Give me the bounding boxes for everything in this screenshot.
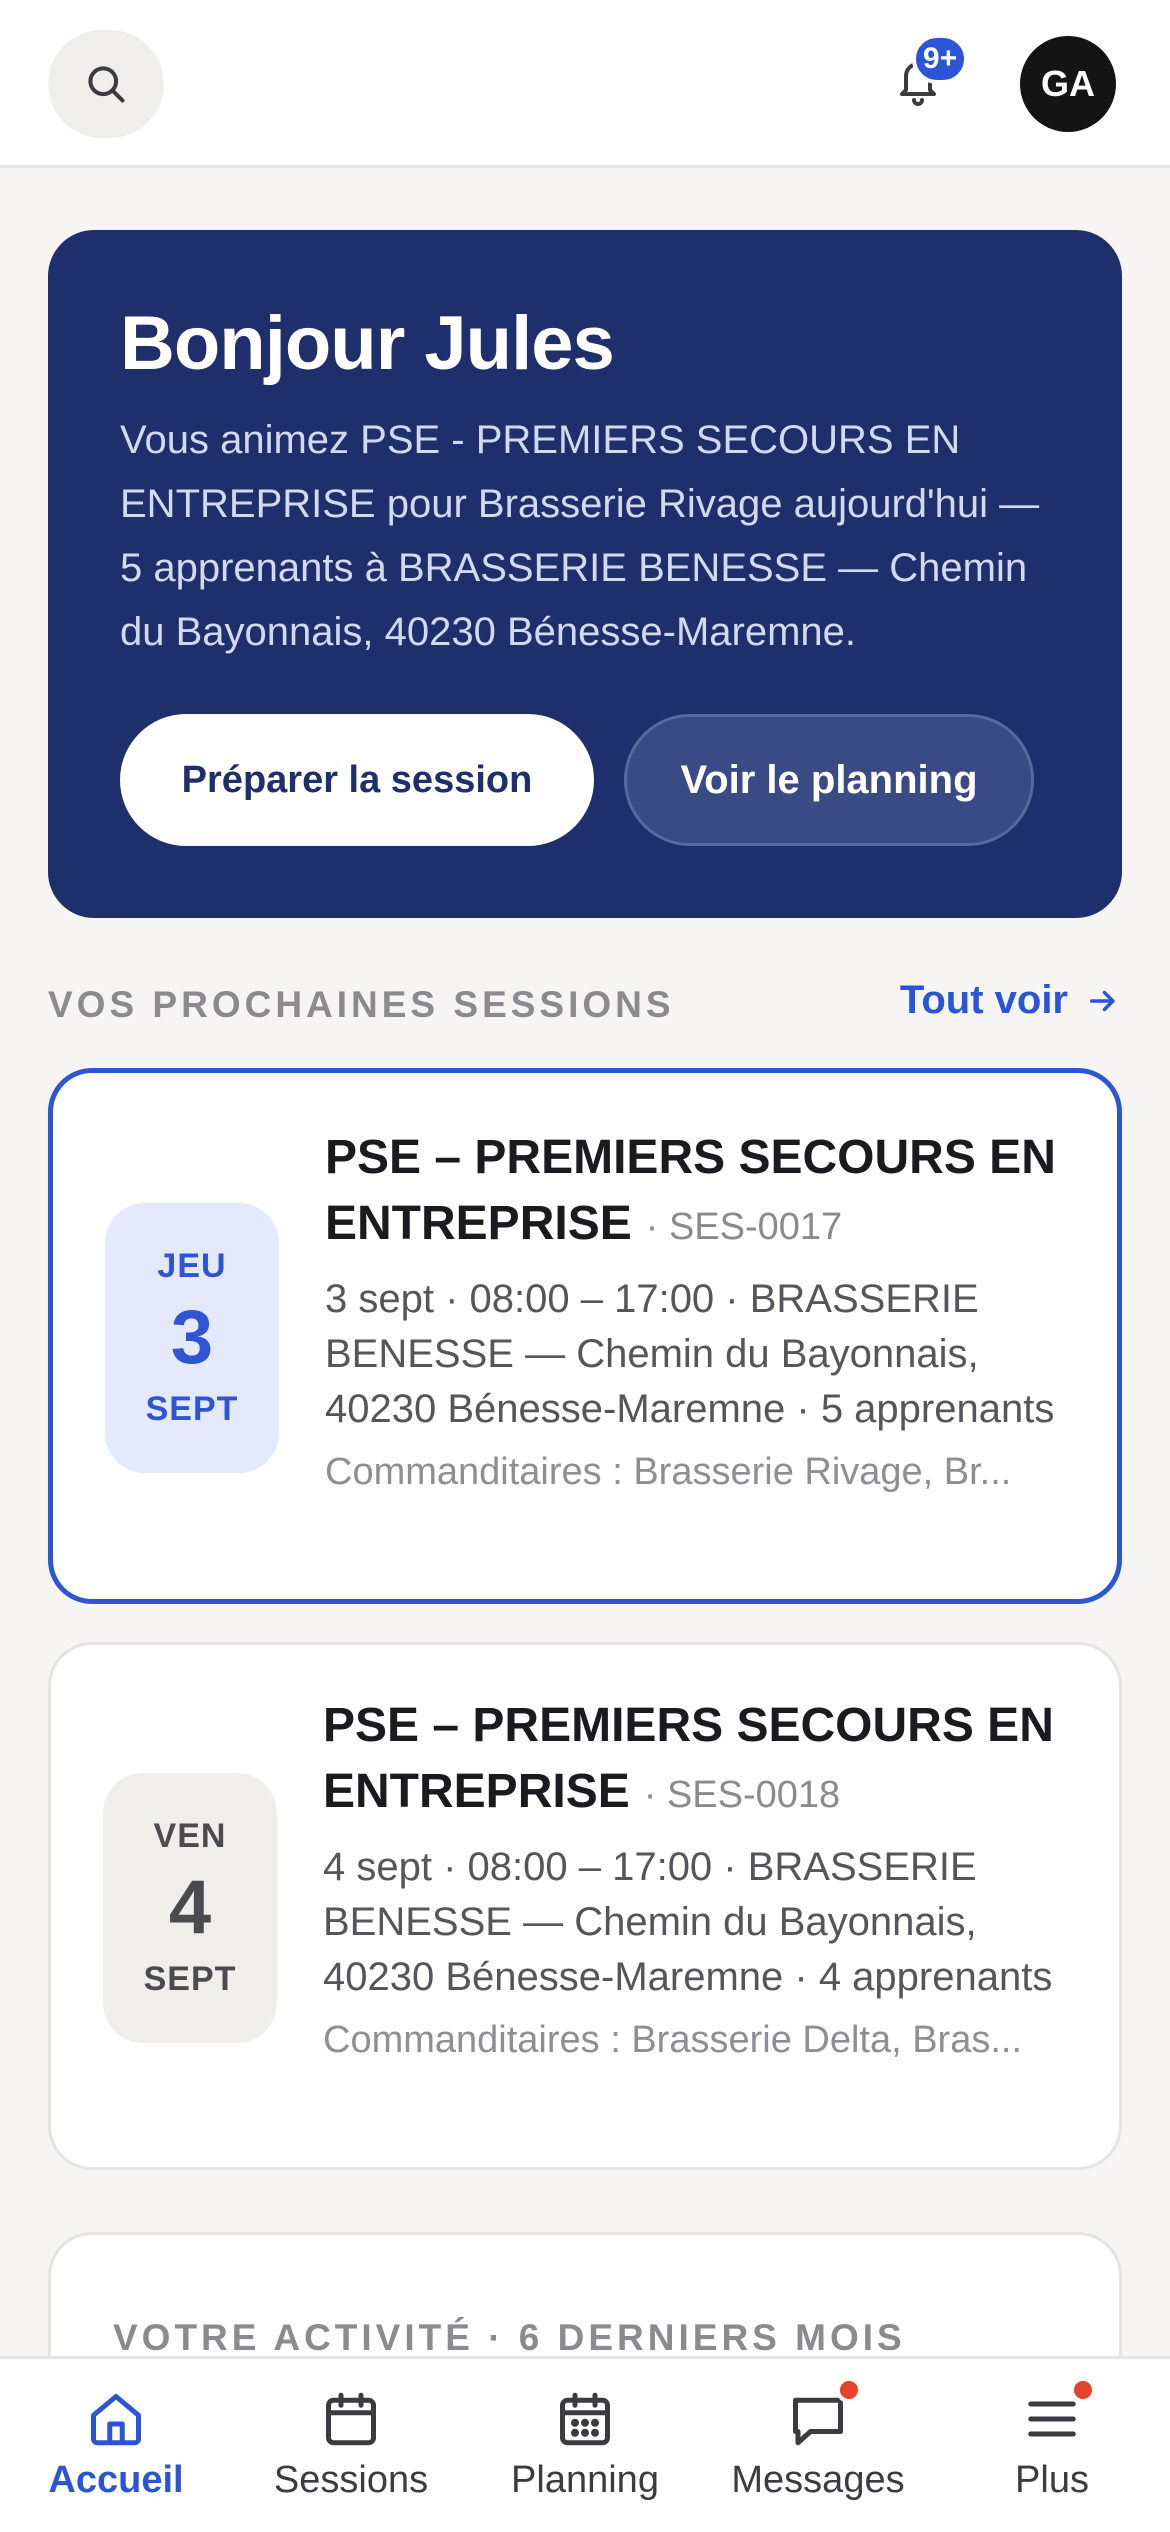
session-month: SEPT bbox=[145, 1389, 239, 1428]
session-title: PSE – PREMIERS SECOURS EN ENTREPRISE · SE… bbox=[325, 1125, 1077, 1260]
nav-item-plus[interactable]: Plus bbox=[942, 2377, 1162, 2519]
session-day: 3 bbox=[170, 1295, 214, 1381]
nav-item-planning[interactable]: Planning bbox=[475, 2389, 695, 2519]
calendar-icon bbox=[321, 2389, 381, 2449]
chat-icon bbox=[788, 2377, 862, 2449]
nav-item-messages[interactable]: Messages bbox=[708, 2377, 928, 2519]
nav-label: Plus bbox=[1015, 2459, 1089, 2501]
search-icon bbox=[88, 66, 125, 103]
session-weekday: JEU bbox=[157, 1247, 227, 1286]
notification-badge: 9+ bbox=[912, 34, 968, 84]
welcome-hero: Bonjour Jules Vous animez PSE - PREMIERS… bbox=[48, 230, 1122, 918]
session-card[interactable]: JEU 3 SEPT PSE – PREMIERS SECOURS EN ENT… bbox=[48, 1068, 1122, 1604]
nav-item-sessions[interactable]: Sessions bbox=[241, 2389, 461, 2519]
activity-title: VOTRE ACTIVITÉ · 6 DERNIERS MOIS bbox=[113, 2317, 906, 2358]
session-weekday: VEN bbox=[153, 1817, 227, 1856]
nav-label: Planning bbox=[511, 2459, 659, 2501]
hero-description: Vous animez PSE - PREMIERS SECOURS EN EN… bbox=[120, 417, 1040, 654]
nav-item-accueil[interactable]: Accueil bbox=[6, 2389, 226, 2519]
see-all-label: Tout voir bbox=[899, 978, 1068, 1022]
session-code: · SES-0017 bbox=[645, 1206, 843, 1248]
session-title: PSE – PREMIERS SECOURS EN ENTREPRISE · SE… bbox=[323, 1693, 1079, 1828]
session-sponsors: Commanditaires : Brasserie Delta, Bras..… bbox=[323, 2019, 1023, 2061]
prepare-session-button[interactable]: Préparer la session bbox=[120, 714, 594, 846]
calendar-grid-icon bbox=[555, 2389, 615, 2449]
home-icon bbox=[86, 2389, 146, 2449]
session-meta: 3 sept · 08:00 – 17:00 · BRASSERIE BENES… bbox=[325, 1277, 1055, 1431]
arrow-right-icon bbox=[1089, 990, 1115, 1011]
unread-dot bbox=[1070, 2377, 1096, 2403]
menu-icon bbox=[1022, 2377, 1096, 2449]
session-date: VEN 4 SEPT bbox=[103, 1773, 277, 2043]
session-date: JEU 3 SEPT bbox=[105, 1203, 279, 1473]
hero-actions: Préparer la session Voir le planning bbox=[120, 714, 1034, 846]
session-meta: 4 sept · 08:00 – 17:00 · BRASSERIE BENES… bbox=[323, 1845, 1053, 1999]
greeting-title: Bonjour Jules bbox=[120, 301, 615, 386]
nav-label: Messages bbox=[731, 2459, 905, 2501]
nav-label: Sessions bbox=[273, 2459, 429, 2501]
search-button[interactable] bbox=[48, 30, 164, 138]
session-details: PSE – PREMIERS SECOURS EN ENTREPRISE · SE… bbox=[323, 1693, 1079, 2062]
view-planning-button[interactable]: Voir le planning bbox=[624, 714, 1034, 846]
bottom-navigation: Accueil Sessions Planning Messages Plus bbox=[0, 2356, 1170, 2532]
session-card[interactable]: VEN 4 SEPT PSE – PREMIERS SECOURS EN ENT… bbox=[48, 1642, 1122, 2170]
see-all-link[interactable]: Tout voir bbox=[900, 978, 1120, 1023]
session-day: 4 bbox=[168, 1865, 212, 1951]
session-sponsors: Commanditaires : Brasserie Rivage, Br... bbox=[325, 1451, 1012, 1493]
top-bar: 9+ GA bbox=[0, 0, 1170, 168]
nav-label: Accueil bbox=[48, 2459, 184, 2501]
unread-dot bbox=[836, 2377, 862, 2403]
session-month: SEPT bbox=[143, 1959, 237, 1998]
sessions-section-title: VOS PROCHAINES SESSIONS bbox=[48, 984, 675, 1025]
session-details: PSE – PREMIERS SECOURS EN ENTREPRISE · SE… bbox=[325, 1125, 1077, 1494]
avatar[interactable]: GA bbox=[1020, 36, 1116, 132]
session-code: · SES-0018 bbox=[643, 1774, 841, 1816]
